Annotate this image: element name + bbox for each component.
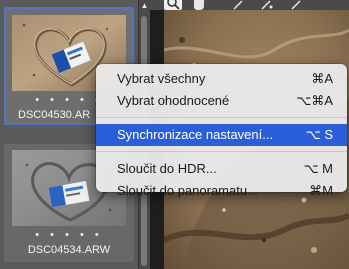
eyedropper-icon[interactable] (230, 0, 248, 10)
menu-item-shortcut: ⌥ S (305, 127, 333, 142)
menu-item-label: Sloučit do panoramatu... (117, 183, 258, 198)
menu-item-select-rated[interactable]: Vybrat ohodnocené ⌥⌘A (96, 90, 347, 112)
context-menu: Vybrat všechny ⌘A Vybrat ohodnocené ⌥⌘A … (96, 64, 347, 198)
rating-dots[interactable]: • • • • • (4, 230, 134, 241)
menu-separator (96, 151, 347, 152)
menu-item-select-all[interactable]: Vybrat všechny ⌘A (96, 68, 347, 90)
menu-item-shortcut: ⌘M (309, 183, 333, 198)
menu-item-merge-hdr[interactable]: Sloučit do HDR... ⌥ M (96, 158, 347, 180)
scroll-up-arrow-icon[interactable]: ▲ (139, 0, 150, 12)
menu-item-sync-settings[interactable]: Synchronizace nastavení... ⌥ S (96, 124, 347, 146)
menu-item-shortcut: ⌘A (311, 71, 333, 86)
toolbar (150, 0, 349, 10)
menu-item-merge-panorama[interactable]: Sloučit do panoramatu... ⌘M (96, 180, 347, 202)
color-sampler-icon[interactable] (258, 0, 276, 10)
menu-item-shortcut: ⌥⌘A (296, 93, 333, 108)
menu-item-label: Vybrat ohodnocené (117, 93, 230, 108)
menu-separator (96, 117, 347, 118)
camera-raw-window: • • • • • DSC04530.AR • • • • • DSC04534… (0, 0, 349, 269)
target-adjustment-icon[interactable] (288, 0, 306, 10)
thumbnail-filename: DSC04534.ARW (27, 244, 111, 256)
zoom-icon[interactable] (164, 0, 182, 10)
menu-item-label: Vybrat všechny (117, 71, 206, 86)
menu-item-shortcut: ⌥ M (303, 161, 333, 176)
menu-item-label: Synchronizace nastavení... (117, 127, 274, 142)
hand-icon[interactable] (190, 0, 208, 10)
menu-item-label: Sloučit do HDR... (117, 161, 217, 176)
